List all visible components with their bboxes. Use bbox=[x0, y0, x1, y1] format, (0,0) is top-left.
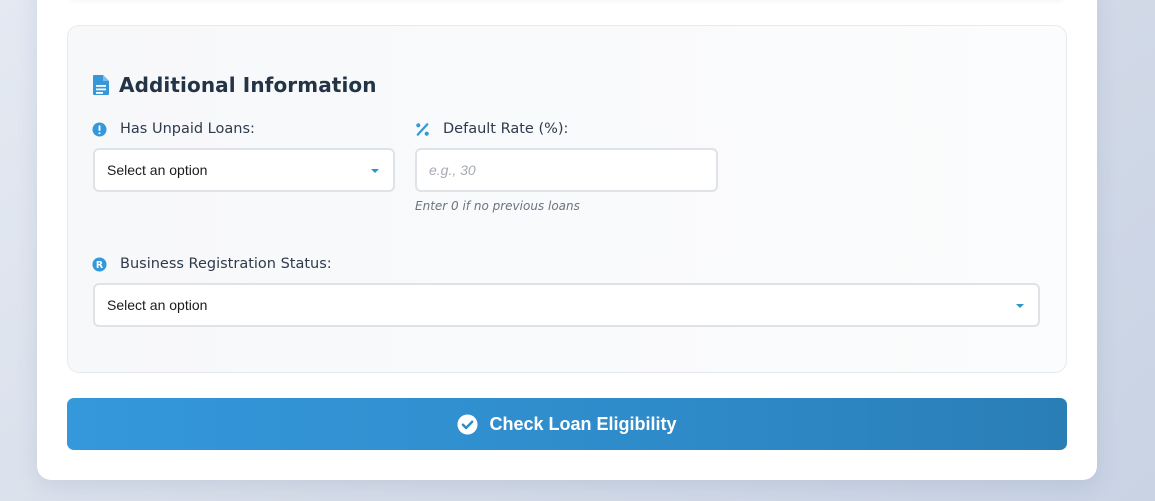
unpaid-loans-label-row: Has Unpaid Loans: bbox=[92, 121, 255, 137]
svg-text:R: R bbox=[96, 259, 104, 270]
form-card: Additional Information Has Unpaid Loans:… bbox=[37, 0, 1097, 480]
unpaid-loans-label: Has Unpaid Loans: bbox=[120, 121, 255, 137]
registered-icon: R bbox=[92, 256, 107, 272]
section-header: Additional Information bbox=[92, 73, 377, 97]
registration-status-select-value: Select an option bbox=[107, 297, 208, 313]
file-document-icon bbox=[93, 75, 109, 95]
chevron-down-icon bbox=[371, 169, 379, 173]
default-rate-label: Default Rate (%): bbox=[443, 121, 569, 137]
registration-status-label: Business Registration Status: bbox=[120, 256, 332, 272]
check-loan-eligibility-label: Check Loan Eligibility bbox=[489, 413, 677, 434]
section-title: Additional Information bbox=[119, 73, 377, 97]
default-rate-placeholder: e.g., 30 bbox=[429, 162, 476, 178]
default-rate-hint: Enter 0 if no previous loans bbox=[415, 199, 580, 213]
percent-icon bbox=[416, 122, 429, 136]
chevron-down-icon bbox=[1016, 304, 1024, 308]
exclamation-circle-icon bbox=[92, 121, 107, 137]
registration-status-label-row: R Business Registration Status: bbox=[92, 256, 332, 272]
default-rate-input[interactable]: e.g., 30 bbox=[415, 148, 718, 192]
unpaid-loans-select[interactable]: Select an option bbox=[93, 148, 395, 192]
registration-status-select[interactable]: Select an option bbox=[93, 283, 1040, 327]
check-circle-icon bbox=[457, 413, 479, 435]
unpaid-loans-select-value: Select an option bbox=[107, 162, 208, 178]
check-loan-eligibility-button[interactable]: Check Loan Eligibility bbox=[67, 398, 1067, 450]
default-rate-label-row: Default Rate (%): bbox=[415, 121, 568, 137]
additional-information-section: Additional Information Has Unpaid Loans:… bbox=[67, 25, 1067, 373]
